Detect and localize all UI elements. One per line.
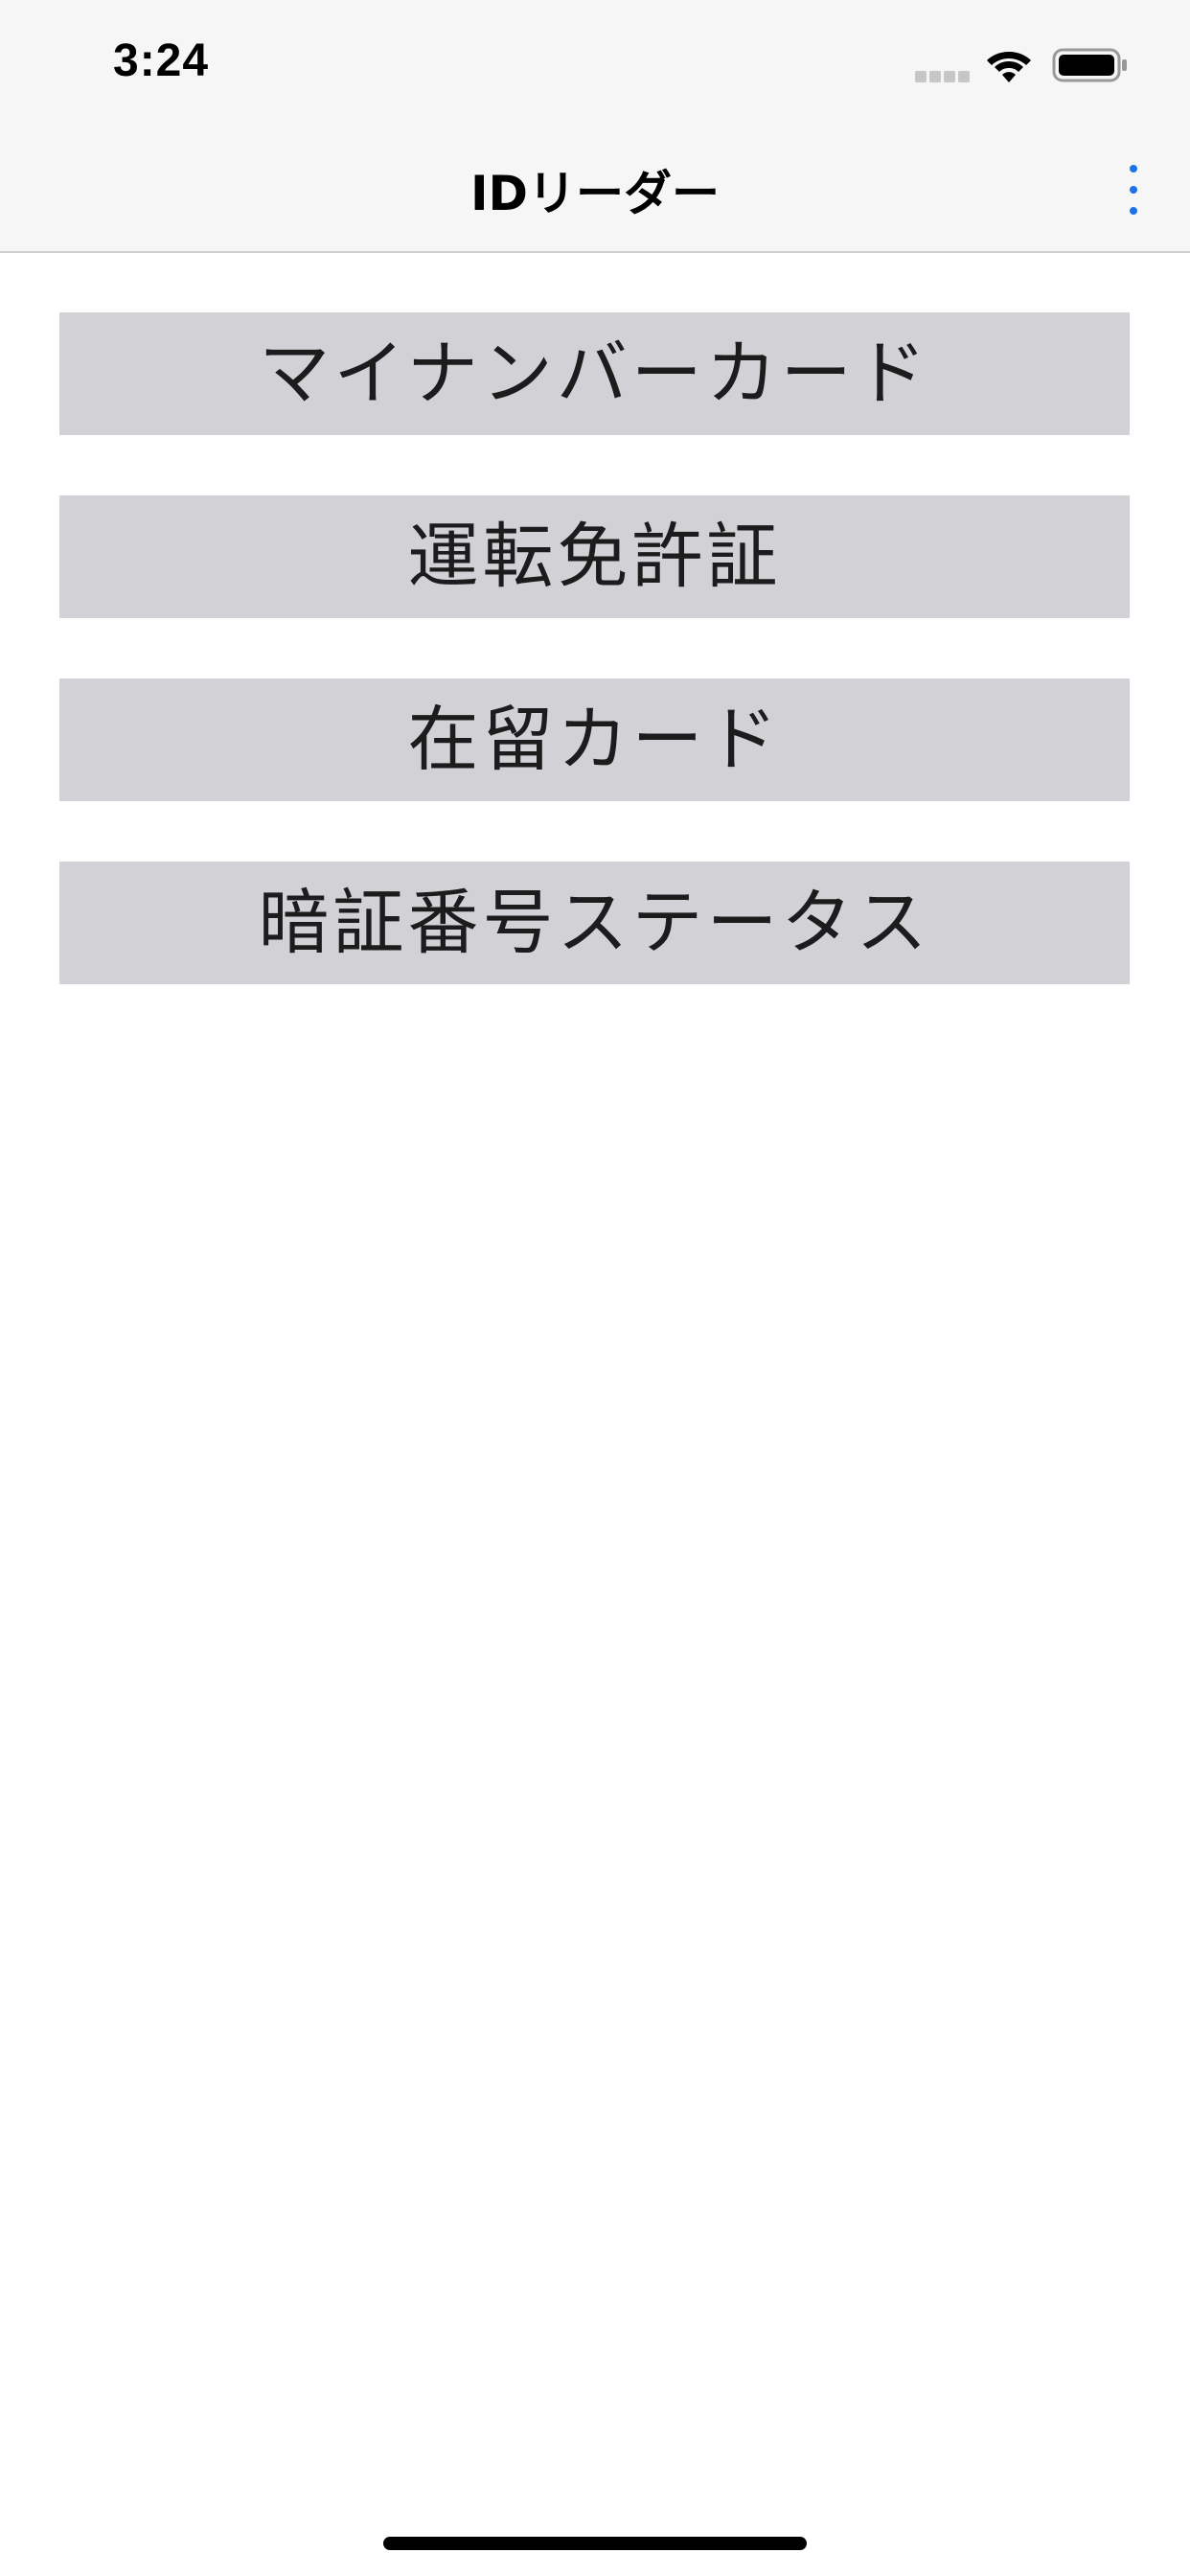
page-title: IDリーダー — [469, 166, 721, 221]
status-time: 3:24 — [113, 35, 210, 86]
pin-status-button[interactable]: 暗証番号ステータス — [59, 862, 1130, 984]
residence-card-button[interactable]: 在留カード — [59, 678, 1130, 801]
status-bar: 3:24 — [0, 0, 1190, 126]
battery-icon — [1052, 48, 1127, 82]
screen: 3:24 IDリーダー マイナンバーカード 運転免許証 在留カード 暗証番号ステ… — [0, 0, 1190, 2576]
wifi-icon — [987, 52, 1031, 82]
navigation-bar: IDリーダー — [0, 126, 1190, 253]
drivers-license-button[interactable]: 運転免許証 — [59, 495, 1130, 618]
signal-icon — [915, 71, 971, 82]
my-number-card-button[interactable]: マイナンバーカード — [59, 312, 1130, 435]
more-vertical-icon — [1130, 165, 1137, 172]
home-indicator[interactable] — [383, 2537, 807, 2550]
more-options-button[interactable] — [1119, 165, 1148, 215]
